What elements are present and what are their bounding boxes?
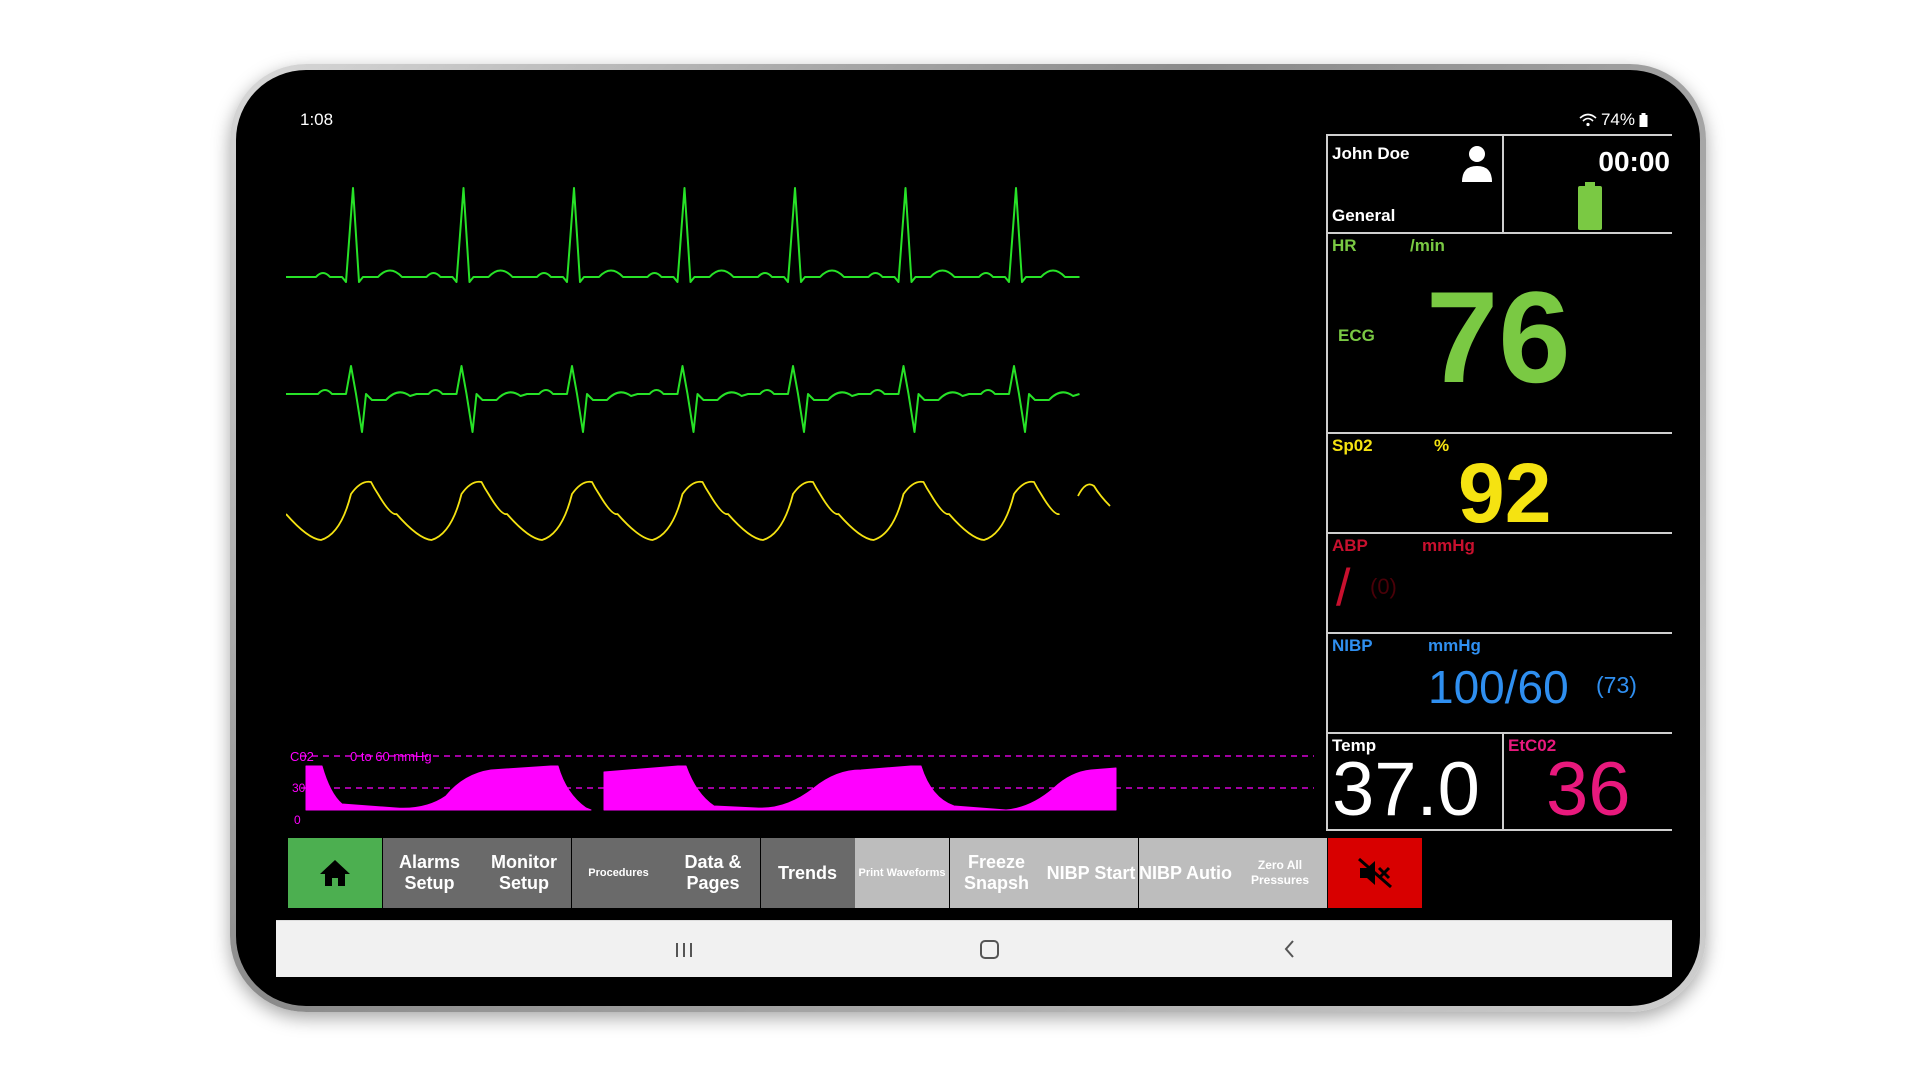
- capno-scale-mid: 30: [292, 781, 306, 795]
- recent-apps-icon[interactable]: [674, 935, 694, 963]
- zero-all-pressures-button[interactable]: Zero All Pressures: [1233, 838, 1327, 908]
- android-nav-bar: [276, 920, 1672, 977]
- battery-percent: 74%: [1600, 110, 1635, 129]
- status-time: 1:08: [300, 110, 334, 129]
- abp-box[interactable]: ABP mmHg / (0): [1326, 532, 1672, 634]
- abp-value: /: [1336, 559, 1351, 617]
- spo2-value: 92: [1458, 446, 1552, 540]
- hr-label: HR: [1332, 236, 1357, 255]
- temp-box[interactable]: Temp 37.0: [1326, 732, 1504, 832]
- etco2-value: 36: [1546, 747, 1631, 832]
- vitals-panel: John Doe General 00:00 HR /min ECG 76 Sp…: [1326, 134, 1672, 832]
- data-pages-button[interactable]: Data & Pages: [666, 838, 760, 908]
- monitor-setup-button[interactable]: Monitor Setup: [477, 838, 571, 908]
- abp-mean: (0): [1370, 574, 1397, 599]
- mute-icon: [1357, 857, 1392, 889]
- toolbar-buttons: Alarms Setup Monitor Setup Procedures Data …: [288, 838, 1668, 908]
- hr-source: ECG: [1338, 326, 1375, 345]
- abp-unit: mmHg: [1422, 536, 1475, 555]
- hr-value: 76: [1426, 264, 1571, 410]
- capnography-waveform: C02 0 to 60 mmHg 30 0: [290, 749, 1314, 827]
- capno-range: 0 to 60 mmHg: [350, 749, 432, 764]
- nibp-autio-button[interactable]: NIBP Autio: [1138, 838, 1233, 908]
- timer-box: 00:00: [1502, 134, 1672, 234]
- timer-value: 00:00: [1598, 146, 1670, 177]
- etco2-box[interactable]: EtC02 36: [1502, 732, 1672, 832]
- home-nav-icon[interactable]: [978, 935, 1002, 963]
- capno-scale-low: 0: [294, 813, 301, 827]
- patient-name: John Doe: [1332, 144, 1410, 163]
- spo2-pleth-waveform: [286, 480, 1111, 541]
- procedures-button[interactable]: Procedures: [571, 838, 666, 908]
- trends-button[interactable]: Trends: [760, 838, 855, 908]
- nibp-box[interactable]: NIBP mmHg 100/60 (73): [1326, 632, 1672, 734]
- monitor-screen: 1:08 74% C02 0 to 60 mmHg 30 0 John Doe …: [276, 104, 1672, 980]
- home-button[interactable]: [288, 838, 382, 908]
- abp-label: ABP: [1332, 536, 1368, 555]
- patient-box[interactable]: John Doe General: [1326, 134, 1504, 234]
- nibp-label: NIBP: [1332, 636, 1373, 655]
- alarms-setup-button[interactable]: Alarms Setup: [382, 838, 477, 908]
- waveform-area: C02 0 to 60 mmHg 30 0: [286, 187, 1314, 827]
- hr-unit: /min: [1410, 236, 1445, 255]
- nibp-mean: (73): [1596, 672, 1637, 698]
- hr-box[interactable]: HR /min ECG 76: [1326, 232, 1672, 434]
- temp-value: 37.0: [1332, 747, 1480, 832]
- home-icon: [320, 860, 350, 886]
- mute-alarm-button[interactable]: [1327, 838, 1422, 908]
- capno-label: C02: [290, 749, 314, 764]
- ecg-lead-2-trace: [286, 365, 1080, 433]
- system-icons: 74%: [1579, 110, 1648, 130]
- patient-category: General: [1332, 206, 1396, 225]
- spo2-box[interactable]: Sp02 % 92: [1326, 432, 1672, 538]
- spo2-label: Sp02: [1332, 436, 1373, 455]
- print-waveforms-button[interactable]: Print Waveforms: [855, 838, 949, 908]
- nibp-unit: mmHg: [1428, 636, 1481, 655]
- back-icon[interactable]: [1280, 935, 1300, 963]
- nibp-value: 100/60: [1428, 661, 1569, 713]
- ecg-lead-1-waveform: [286, 187, 1080, 283]
- spo2-unit: %: [1434, 436, 1450, 455]
- person-icon: [1462, 146, 1492, 182]
- status-bar: 1:08 74%: [276, 104, 1672, 136]
- ecg-lead-1-trace: [286, 187, 1080, 283]
- battery-icon: [1639, 113, 1648, 127]
- nibp-start-button[interactable]: NIBP Start: [1044, 838, 1138, 908]
- ecg-lead-2-waveform: [286, 365, 1080, 433]
- freeze-snapsh-button[interactable]: Freeze Snapsh: [949, 838, 1044, 908]
- battery-level-icon: [1578, 182, 1602, 230]
- spo2-pleth-trace: [286, 480, 1111, 541]
- wifi-icon: [1579, 113, 1597, 127]
